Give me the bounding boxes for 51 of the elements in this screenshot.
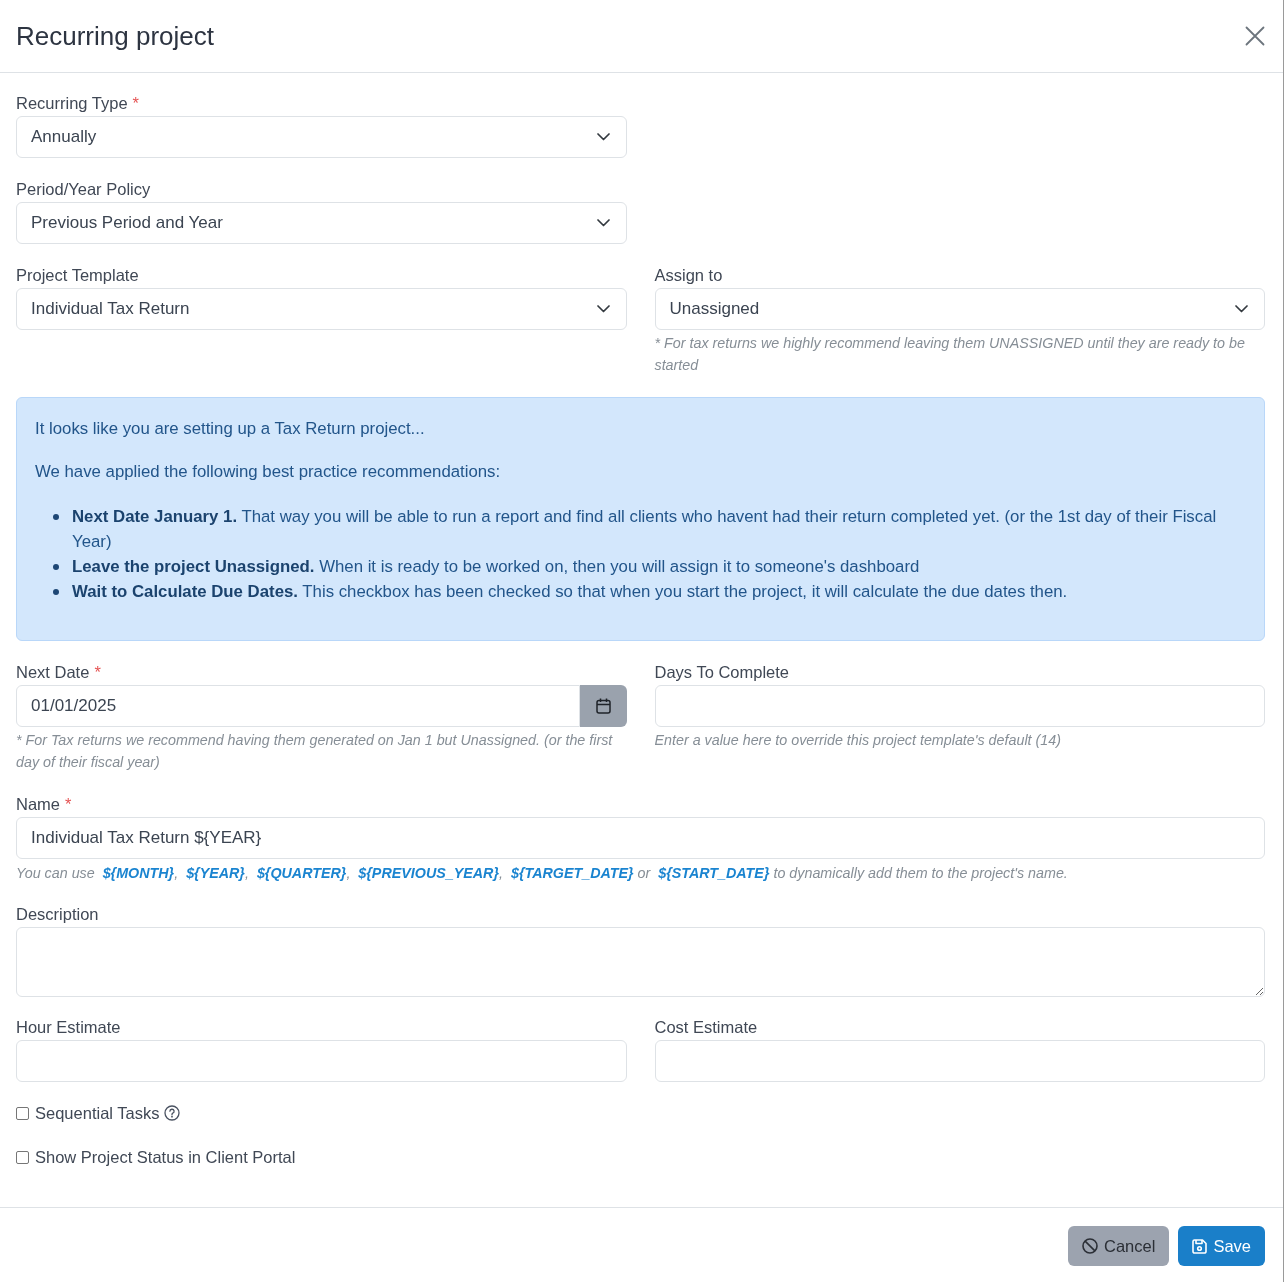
field-hint: You can use ${MONTH}, ${YEAR}, ${QUARTER}, ${PREVIOUS_YEAR}, ${TARGET_DATE} or ${START_DATE} to dynamically add them to the project's name. [16, 864, 1069, 883]
calendar-button[interactable] [579, 685, 627, 727]
recurring-type-dropdown[interactable]: Annually [16, 116, 627, 158]
alert-text: We have applied the following best practice recommendations: [35, 461, 502, 483]
checkbox[interactable] [16, 1150, 29, 1164]
recommendation-text: Leave the project Unassigned. When it is ready to be worked on, then you will assign it to someone's dashboard [72, 556, 920, 578]
bullet-icon [53, 564, 59, 570]
ban-icon [1082, 1238, 1098, 1254]
close-icon[interactable] [1245, 26, 1265, 46]
template-dropdown[interactable]: Individual Tax Return [16, 288, 627, 330]
hour-estimate-input[interactable] [16, 1040, 627, 1082]
field-label: Hour Estimate [16, 1017, 121, 1038]
field-hint: * For Tax returns we recommend having them generated on Jan 1 but Unassigned. (or the first day of their fiscal year) [16, 731, 614, 772]
alert-text: It looks like you are setting up a Tax Return project... [35, 418, 426, 440]
chevron-down-icon [596, 305, 610, 313]
bullet-icon [53, 589, 59, 595]
bullet-icon [53, 514, 59, 520]
days-input[interactable] [654, 685, 1265, 727]
field-hint: Enter a value here to override this project template's default (14) [654, 731, 1062, 750]
field-label: Next Date [16, 662, 90, 683]
chevron-down-icon [1235, 305, 1248, 313]
required-mark: * [65, 794, 72, 815]
field-label: Name [16, 794, 60, 815]
field-label: Description [16, 904, 99, 925]
chevron-down-icon [596, 133, 610, 141]
checkbox[interactable] [16, 1106, 29, 1120]
help-icon[interactable] [164, 1105, 181, 1121]
field-label: Project Template [16, 265, 139, 286]
required-mark: * [132, 93, 139, 114]
save-icon [1192, 1238, 1208, 1254]
cancel-button[interactable]: Cancel [1068, 1226, 1170, 1266]
dialog-title: Recurring project [16, 21, 214, 51]
recommendation-text: Next Date January 1. That way you will be able to run a report and find all clients who havent had their return completed yet. (or the 1st day of their Fiscal Year) [72, 506, 1218, 553]
checkbox-label: Show Project Status in Client Portal [35, 1147, 296, 1168]
field-label: Assign to [654, 265, 723, 286]
field-label: Cost Estimate [654, 1017, 758, 1038]
checkbox-label: Sequential Tasks [35, 1103, 160, 1124]
field-label: Days To Complete [654, 662, 789, 683]
field-hint: * For tax returns we highly recommend leaving them UNASSIGNED until they are ready to be started [654, 334, 1246, 375]
required-mark: * [94, 662, 101, 683]
field-label: Recurring Type [16, 93, 128, 114]
calendar-icon [595, 698, 611, 714]
save-button[interactable]: Save [1178, 1226, 1265, 1266]
date-input[interactable]: 01/01/2025 [16, 685, 580, 727]
field-label: Period/Year Policy [16, 179, 151, 200]
chevron-down-icon [596, 219, 610, 227]
period-policy-dropdown[interactable]: Previous Period and Year [16, 202, 627, 244]
cost-estimate-input[interactable] [654, 1040, 1265, 1082]
name-input[interactable]: Individual Tax Return ${YEAR} [16, 817, 1265, 859]
assign-dropdown[interactable]: Unassigned [654, 288, 1265, 330]
recommendation-text: Wait to Calculate Due Dates. This checkbox has been checked so that when you start the project, it will calculate the due dates then. [72, 581, 1068, 603]
